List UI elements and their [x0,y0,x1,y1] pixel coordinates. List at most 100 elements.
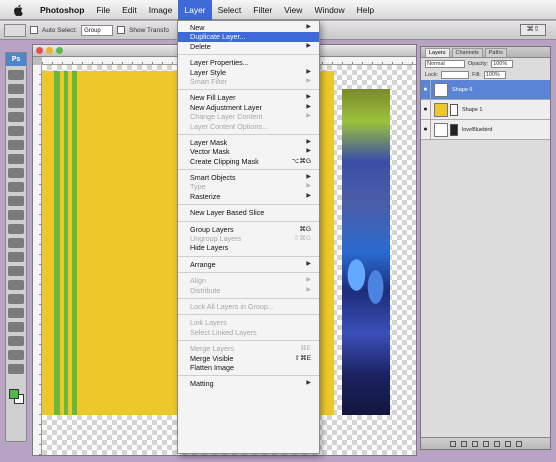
notes-tool-icon[interactable] [8,322,24,332]
menu-item-layer-properties[interactable]: Layer Properties... [178,58,319,67]
auto-select-dropdown[interactable]: Group [81,24,114,36]
menu-item-delete[interactable]: Delete ▶ [178,42,319,51]
eraser-tool-icon[interactable] [8,210,24,220]
menu-item-label: Ungroup Layers [190,234,242,244]
magic-wand-tool-icon[interactable] [8,112,24,122]
crop-tool-icon[interactable] [8,126,24,136]
menu-item-layer-style[interactable]: Layer Style ▶ [178,68,319,77]
menu-item-new-adjustment-layer[interactable]: New Adjustment Layer ▶ [178,103,319,112]
menu-select[interactable]: Select [212,0,248,20]
menu-separator [178,340,319,342]
layer-row-shape-1[interactable]: ● Shape 1 [421,99,550,120]
gradient-tool-icon[interactable] [8,224,24,234]
lock-buttons[interactable] [441,70,470,79]
menu-file[interactable]: File [90,0,116,20]
menu-item-rasterize[interactable]: Rasterize ▶ [178,192,319,201]
visibility-eye-icon[interactable]: ● [421,99,431,120]
move-tool-icon[interactable] [4,23,26,37]
pen-tool-icon[interactable] [8,266,24,276]
menu-item-duplicate-layer[interactable]: Duplicate Layer... [178,32,319,42]
visibility-eye-icon[interactable]: ● [421,79,431,100]
move-tool-icon[interactable] [8,70,24,80]
new-group-icon[interactable] [493,440,500,447]
menu-item-smart-objects[interactable]: Smart Objects ▶ [178,173,319,182]
menu-separator [178,169,319,171]
healing-brush-icon[interactable] [8,154,24,164]
menu-window[interactable]: Window [308,0,350,20]
path-select-icon[interactable] [8,294,24,304]
show-transform-checkbox[interactable] [117,26,126,34]
menu-item-matting[interactable]: Matting ▶ [178,379,319,388]
auto-select-checkbox[interactable] [30,26,38,34]
menu-item-new-fill-layer[interactable]: New Fill Layer ▶ [178,93,319,102]
lock-controls: Lock: Fill: 100% [421,69,550,80]
menu-help[interactable]: Help [351,0,380,20]
hand-tool-icon[interactable] [8,350,24,360]
history-brush-icon[interactable] [8,196,24,206]
tab-paths[interactable]: Paths [484,48,507,57]
lasso-tool-icon[interactable] [8,98,24,108]
submenu-arrow-icon: ▶ [306,277,311,284]
adjustment-layer-icon[interactable] [482,440,489,447]
menu-item-merge-visible[interactable]: Merge Visible ⇧⌘E [178,354,319,363]
menu-app[interactable]: Photoshop [34,0,90,20]
menu-item-shortcut: ⇧⌘G [293,235,311,243]
layer-style-icon[interactable] [460,440,467,447]
visibility-eye-icon[interactable]: ● [421,119,431,140]
dodge-tool-icon[interactable] [8,252,24,262]
opacity-label: Opacity: [468,60,489,67]
zoom-window-icon[interactable] [56,47,63,54]
foreground-color-swatch[interactable] [9,389,19,399]
zoom-tool-icon[interactable] [8,364,24,374]
menu-item-label: New Adjustment Layer [190,102,262,112]
menu-separator [178,375,319,377]
menu-item-label: Layer Style [190,67,226,77]
new-layer-icon[interactable] [504,440,511,447]
slice-tool-icon[interactable] [8,140,24,150]
menu-item-label: Merge Visible [190,353,234,363]
shape-tool-icon[interactable] [8,308,24,318]
type-tool-icon[interactable] [8,280,24,290]
add-mask-icon[interactable] [471,440,478,447]
menu-item-hide-layers[interactable]: Hide Layers [178,243,319,252]
menu-item-flatten-image[interactable]: Flatten Image [178,363,319,372]
submenu-arrow-icon: ▶ [306,183,311,190]
tab-layers[interactable]: Layers [425,48,450,57]
trash-icon[interactable] [515,440,522,447]
minimize-window-icon[interactable] [46,47,53,54]
tools-panel: Ps [5,52,27,442]
menu-item-new[interactable]: New ▶ [178,23,319,32]
menu-item-layer-mask[interactable]: Layer Mask ▶ [178,138,319,147]
blur-tool-icon[interactable] [8,238,24,248]
blend-mode-dropdown[interactable]: Normal [425,59,465,68]
layer-row-lovebluebird[interactable]: ● loveBluebird [421,119,550,140]
close-window-icon[interactable] [36,47,43,54]
layer-row-shape-6[interactable]: ● Shape 6 [421,79,550,100]
apple-icon[interactable] [14,4,24,16]
menu-filter[interactable]: Filter [247,0,278,20]
menu-item-group-layers[interactable]: Group Layers ⌘G [178,225,319,234]
menu-separator [178,89,319,91]
brush-tool-icon[interactable] [8,168,24,178]
eyedropper-tool-icon[interactable] [8,336,24,346]
menu-item-create-clipping-mask[interactable]: Create Clipping Mask ⌥⌘G [178,157,319,166]
menu-layer[interactable]: Layer [178,0,212,20]
menu-item-link-layers: Link Layers [178,318,319,327]
menu-bar: Photoshop File Edit Image Layer Select F… [0,0,556,20]
menu-edit[interactable]: Edit [116,0,143,20]
fill-field[interactable]: 100% [483,70,506,79]
marquee-tool-icon[interactable] [8,84,24,94]
menu-item-arrange[interactable]: Arrange ▶ [178,260,319,269]
tab-channels[interactable]: Channels [451,48,483,57]
opacity-field[interactable]: 100% [491,59,514,68]
workspace-button[interactable]: ⌘⇧ [520,24,546,36]
menu-item-label: Distribute [190,285,221,295]
menu-item-new-layer-based-slice[interactable]: New Layer Based Slice [178,208,319,217]
menu-item-vector-mask[interactable]: Vector Mask ▶ [178,147,319,156]
link-layers-icon[interactable] [449,440,456,447]
menu-item-select-linked-layers: Select Linked Layers [178,328,319,337]
layer-thumbnail [434,82,448,97]
clone-stamp-icon[interactable] [8,182,24,192]
menu-image[interactable]: Image [143,0,179,20]
menu-view[interactable]: View [278,0,308,20]
